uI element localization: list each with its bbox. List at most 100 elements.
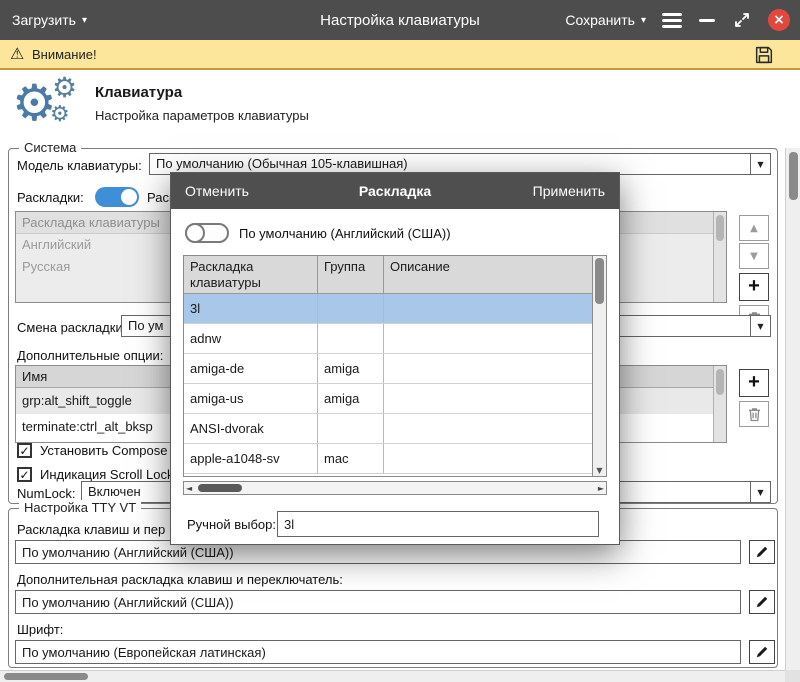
layout-table-header: Раскладка клавиатуры Группа Описание bbox=[184, 256, 592, 294]
scrolllock-checkbox-row: ✓ Индикация Scroll Lock bbox=[17, 467, 174, 482]
manual-select-label: Ручной выбор: bbox=[187, 517, 276, 532]
compose-checkbox[interactable]: ✓ bbox=[17, 443, 32, 458]
arrow-down-icon[interactable]: ▼ bbox=[593, 466, 606, 475]
keyboard-settings-window: Настройка клавиатуры Загрузить ▾ Сохрани… bbox=[0, 0, 800, 682]
titlebar-actions: Сохранить ▾ × bbox=[565, 0, 790, 40]
page-subtitle: Настройка параметров клавиатуры bbox=[95, 108, 309, 123]
titlebar: Настройка клавиатуры Загрузить ▾ Сохрани… bbox=[0, 0, 800, 40]
save-label: Сохранить bbox=[565, 12, 635, 28]
scrolllock-label: Индикация Scroll Lock bbox=[40, 467, 174, 482]
switch-layout-label: Смена раскладки: bbox=[17, 320, 126, 335]
hamburger-icon bbox=[662, 13, 682, 16]
extra-options-label: Дополнительные опции: bbox=[17, 348, 163, 363]
layout-row-selected[interactable]: 3l bbox=[184, 294, 592, 324]
minimize-button[interactable] bbox=[698, 0, 716, 40]
dropdown-arrow-icon: ▼ bbox=[757, 322, 763, 331]
dropdown-arrow-icon: ▼ bbox=[757, 488, 763, 497]
toggle-knob bbox=[185, 223, 205, 243]
tty-field-label: Раскладка клавиш и пер bbox=[17, 522, 165, 537]
scrollbar-thumb[interactable] bbox=[4, 673, 88, 680]
check-icon: ✓ bbox=[19, 445, 29, 457]
dialog-titlebar: Раскладка Отменить Применить bbox=[171, 173, 619, 209]
pencil-icon bbox=[755, 595, 769, 609]
load-menu-button[interactable]: Загрузить ▾ bbox=[12, 0, 87, 40]
layouts-toggle[interactable] bbox=[95, 187, 139, 207]
save-menu-button[interactable]: Сохранить ▾ bbox=[565, 12, 646, 28]
warning-icon: ⚠ bbox=[10, 44, 24, 63]
close-button[interactable]: × bbox=[768, 9, 790, 31]
pencil-icon bbox=[755, 645, 769, 659]
layouts-label: Раскладки: bbox=[17, 190, 84, 205]
system-legend: Система bbox=[19, 140, 81, 155]
default-toggle-label: По умолчанию (Английский (США)) bbox=[239, 226, 451, 241]
tty-extra-layout-input[interactable] bbox=[15, 590, 741, 614]
arrow-right-icon[interactable]: ► bbox=[598, 484, 604, 493]
caret-down-icon: ▾ bbox=[82, 15, 87, 26]
main-horizontal-scrollbar[interactable] bbox=[0, 670, 785, 682]
edit-tty-extra-layout-button[interactable] bbox=[749, 590, 775, 614]
default-layout-toggle[interactable] bbox=[185, 223, 229, 243]
warning-text: Внимание! bbox=[32, 47, 97, 62]
move-up-button[interactable]: ▲ bbox=[739, 215, 769, 241]
model-label: Модель клавиатуры: bbox=[17, 158, 142, 173]
tty-font-input[interactable] bbox=[15, 640, 741, 664]
load-label: Загрузить bbox=[12, 12, 76, 28]
page-title: Клавиатура bbox=[95, 84, 182, 101]
app-gear-icon-small: ⚙ bbox=[52, 74, 77, 102]
close-icon: × bbox=[773, 13, 785, 27]
listbox-scrollbar[interactable] bbox=[713, 212, 726, 302]
column-header-group: Группа bbox=[318, 256, 384, 294]
scrolllock-checkbox[interactable]: ✓ bbox=[17, 467, 32, 482]
layout-row[interactable]: adnw bbox=[184, 324, 592, 354]
scrollbar-thumb[interactable] bbox=[716, 369, 724, 395]
column-header-description: Описание bbox=[384, 256, 592, 294]
numlock-dropdown-button[interactable]: ▼ bbox=[750, 482, 770, 502]
column-header-layout: Раскладка клавиатуры bbox=[184, 256, 318, 294]
trash-icon bbox=[748, 407, 761, 422]
layout-row[interactable]: ANSI-dvorak bbox=[184, 414, 592, 444]
arrow-left-icon[interactable]: ◄ bbox=[186, 484, 192, 493]
scrollbar-thumb[interactable] bbox=[198, 484, 242, 492]
app-gear-icon-tiny: ⚙ bbox=[50, 104, 70, 126]
tty-legend: Настройка TTY VT bbox=[19, 500, 141, 515]
warning-banner: ⚠ Внимание! bbox=[0, 40, 800, 70]
scrollbar-thumb[interactable] bbox=[716, 215, 724, 241]
scrollbar-thumb[interactable] bbox=[595, 258, 604, 304]
layout-dialog: Раскладка Отменить Применить По умолчани… bbox=[170, 172, 620, 545]
add-layout-button[interactable]: + bbox=[739, 273, 769, 301]
layout-row[interactable]: amiga-de amiga bbox=[184, 354, 592, 384]
numlock-label: NumLock: bbox=[17, 486, 76, 501]
layout-row[interactable]: amiga-us amiga bbox=[184, 384, 592, 414]
expand-icon bbox=[733, 11, 751, 29]
menu-button[interactable] bbox=[662, 13, 682, 28]
caret-down-icon: ▾ bbox=[641, 15, 646, 26]
edit-tty-layout-button[interactable] bbox=[749, 540, 775, 564]
scrollbar-thumb[interactable] bbox=[789, 152, 798, 200]
add-option-button[interactable]: + bbox=[739, 369, 769, 397]
main-vertical-scrollbar[interactable] bbox=[785, 148, 800, 670]
floppy-icon bbox=[753, 44, 775, 66]
layout-row[interactable]: apple-a1048-sv mac bbox=[184, 444, 592, 474]
options-scrollbar[interactable] bbox=[713, 366, 726, 442]
switch-dropdown-button[interactable]: ▼ bbox=[750, 316, 770, 336]
save-file-button[interactable] bbox=[752, 43, 776, 67]
layout-table-horizontal-scrollbar[interactable]: ◄ ► bbox=[183, 481, 607, 495]
arrow-up-icon: ▲ bbox=[750, 223, 758, 234]
model-value: По умолчанию (Обычная 105-клавишная) bbox=[150, 154, 750, 174]
layout-table-vertical-scrollbar[interactable]: ▼ bbox=[592, 256, 606, 476]
delete-option-button[interactable] bbox=[739, 401, 769, 427]
tty-field-label: Дополнительная раскладка клавиш и перекл… bbox=[17, 572, 343, 587]
maximize-button[interactable] bbox=[732, 0, 752, 40]
pencil-icon bbox=[755, 545, 769, 559]
tty-field-label: Шрифт: bbox=[17, 622, 63, 637]
toggle-knob bbox=[121, 189, 137, 205]
move-down-button[interactable]: ▼ bbox=[739, 243, 769, 269]
edit-tty-font-button[interactable] bbox=[749, 640, 775, 664]
dialog-cancel-button[interactable]: Отменить bbox=[185, 173, 249, 209]
layout-table: Раскладка клавиатуры Группа Описание 3l … bbox=[183, 255, 607, 477]
manual-select-input[interactable] bbox=[277, 511, 599, 537]
model-dropdown-button[interactable]: ▼ bbox=[750, 154, 770, 174]
dialog-apply-button[interactable]: Применить bbox=[533, 173, 605, 209]
check-icon: ✓ bbox=[19, 469, 29, 481]
dropdown-arrow-icon: ▼ bbox=[757, 160, 763, 169]
